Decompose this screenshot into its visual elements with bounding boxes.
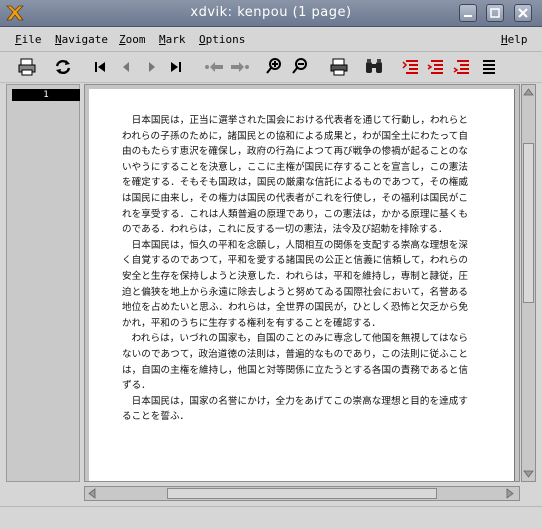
title-bar: xdvik: kenpou (1 page) bbox=[0, 0, 542, 27]
page-list-sidebar: 1 bbox=[6, 84, 80, 482]
zoom-in-icon[interactable] bbox=[264, 56, 286, 78]
back-icon[interactable] bbox=[203, 56, 225, 78]
print-icon[interactable] bbox=[328, 56, 350, 78]
next-page-icon[interactable] bbox=[141, 56, 163, 78]
reload-icon[interactable] bbox=[52, 56, 74, 78]
menu-zoom[interactable]: Zoom bbox=[119, 33, 146, 46]
zoom-out-icon[interactable] bbox=[290, 56, 312, 78]
page-list-item-selected[interactable]: 1 bbox=[12, 89, 80, 101]
forward-icon[interactable] bbox=[229, 56, 251, 78]
horizontal-scrollbar[interactable] bbox=[84, 486, 520, 501]
menu-help[interactable]: Help bbox=[501, 33, 528, 46]
vertical-scrollbar[interactable] bbox=[521, 84, 536, 482]
paragraph: 日本国民は，国家の名誉にかけ，全力をあげてこの崇高な理想と目的を達成することを誓… bbox=[122, 395, 468, 423]
first-page-icon[interactable] bbox=[89, 56, 111, 78]
horizontal-scroll-thumb[interactable] bbox=[167, 488, 437, 499]
mark-first-icon[interactable] bbox=[400, 56, 422, 78]
document-viewport: 日本国民は，正当に選挙された国会における代表者を通じて行動し，われらとわれらの子… bbox=[84, 84, 520, 482]
document-page: 日本国民は，正当に選挙された国会における代表者を通じて行動し，われらとわれらの子… bbox=[89, 89, 515, 481]
previous-page-icon[interactable] bbox=[115, 56, 137, 78]
vertical-scroll-thumb[interactable] bbox=[523, 143, 534, 303]
paragraph: 日本国民は，恒久の平和を念願し，人間相互の関係を支配する崇高な理想を深く自覚する… bbox=[122, 239, 468, 329]
toolbar bbox=[0, 52, 542, 83]
paragraph: われらは，いづれの国家も，自国のことのみに専念して他国を無視してはならないのであ… bbox=[122, 333, 468, 392]
minimize-button[interactable] bbox=[459, 4, 477, 22]
menu-navigate[interactable]: Navigate bbox=[55, 33, 108, 46]
document-text: 日本国民は，正当に選挙された国会における代表者を通じて行動し，われらとわれらの子… bbox=[122, 113, 468, 425]
scroll-up-arrow-icon[interactable] bbox=[523, 87, 534, 97]
menu-bar: File Navigate Zoom Mark Options Help bbox=[0, 27, 542, 52]
mark-unmark-icon[interactable] bbox=[451, 56, 473, 78]
last-page-icon[interactable] bbox=[165, 56, 187, 78]
mark-all-icon[interactable] bbox=[425, 56, 447, 78]
menu-file[interactable]: File bbox=[15, 33, 42, 46]
scroll-down-arrow-icon[interactable] bbox=[523, 469, 534, 479]
paragraph: 日本国民は，正当に選挙された国会における代表者を通じて行動し，われらとわれらの子… bbox=[122, 115, 468, 236]
status-bar bbox=[0, 506, 542, 529]
scroll-right-arrow-icon[interactable] bbox=[505, 488, 515, 499]
close-button[interactable] bbox=[514, 4, 532, 22]
mark-list-icon[interactable] bbox=[478, 56, 500, 78]
search-icon[interactable] bbox=[363, 56, 385, 78]
menu-mark[interactable]: Mark bbox=[159, 33, 186, 46]
maximize-button[interactable] bbox=[486, 4, 504, 22]
menu-options[interactable]: Options bbox=[199, 33, 245, 46]
scroll-left-arrow-icon[interactable] bbox=[87, 488, 97, 499]
printer-icon[interactable] bbox=[16, 56, 38, 78]
